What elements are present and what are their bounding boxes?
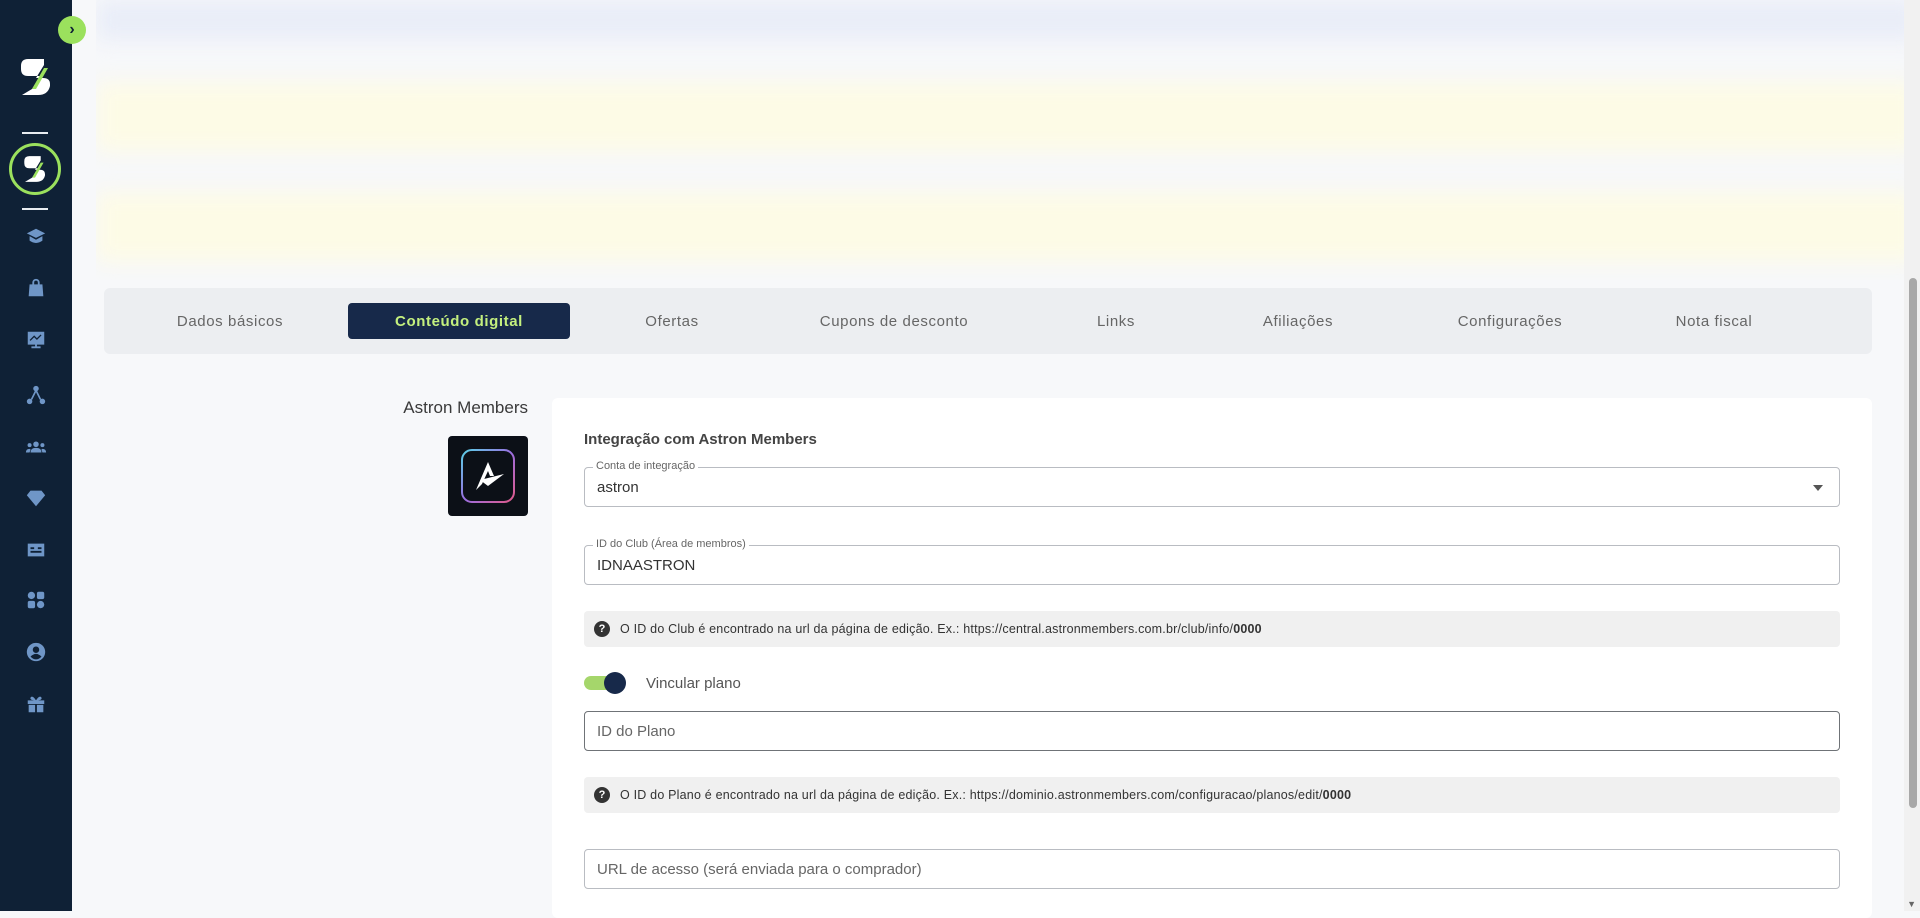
sidebar-divider — [22, 208, 48, 210]
club-id-field[interactable]: ID do Club (Área de membros) IDNAASTRON — [584, 538, 1840, 585]
shopping-bag-icon[interactable] — [24, 276, 48, 300]
gift-icon[interactable] — [24, 692, 48, 716]
blurred-background — [96, 0, 1920, 280]
sales-chart-icon[interactable] — [24, 328, 48, 352]
plan-id-help-example: 0000 — [1322, 788, 1352, 802]
club-id-help-text: O ID do Club é encontrado na url da pági… — [620, 622, 1234, 636]
tab-links[interactable]: Links — [1056, 303, 1176, 339]
school-icon[interactable] — [24, 225, 48, 249]
integration-account-select[interactable]: Conta de integração astron — [584, 460, 1840, 507]
astron-members-logo — [448, 436, 528, 516]
link-plan-label: Vincular plano — [646, 675, 741, 692]
integration-side-title: Astron Members — [403, 398, 528, 417]
toggle-knob — [604, 672, 626, 694]
network-icon[interactable] — [24, 383, 48, 407]
integration-account-label: Conta de integração — [593, 460, 699, 472]
page-scrollbar[interactable]: ▼ — [1904, 0, 1920, 911]
link-plan-toggle[interactable] — [584, 672, 626, 694]
access-url-placeholder: URL de acesso (será enviada para o compr… — [597, 861, 922, 878]
apps-icon[interactable] — [24, 588, 48, 612]
club-id-value: IDNAASTRON — [597, 557, 696, 574]
club-id-label: ID do Club (Área de membros) — [593, 538, 749, 550]
club-id-help-example: 0000 — [1233, 622, 1262, 636]
sidebar-toggle-button[interactable]: › — [58, 16, 86, 44]
tab-conteudo-digital[interactable]: Conteúdo digital — [348, 303, 570, 339]
avatar[interactable] — [9, 143, 61, 195]
tab-configuracoes[interactable]: Configurações — [1422, 303, 1598, 339]
tab-bar: Dados básicos Conteúdo digital Ofertas C… — [104, 288, 1872, 354]
plan-id-help: ? O ID do Plano é encontrado na url da p… — [584, 777, 1840, 813]
tab-dados-basicos[interactable]: Dados básicos — [156, 303, 304, 339]
sidebar-divider — [22, 132, 48, 134]
tab-afiliacoes[interactable]: Afiliações — [1228, 303, 1368, 339]
tab-ofertas[interactable]: Ofertas — [604, 303, 740, 339]
tab-nota-fiscal[interactable]: Nota fiscal — [1646, 303, 1782, 339]
integration-account-value: astron — [597, 479, 639, 496]
chevron-down-icon[interactable] — [1813, 485, 1823, 491]
users-icon[interactable] — [24, 435, 48, 459]
help-icon: ? — [594, 621, 610, 637]
card-icon[interactable] — [24, 538, 48, 562]
plan-id-placeholder: ID do Plano — [597, 723, 676, 740]
help-icon: ? — [594, 787, 610, 803]
avatar-logo-icon — [24, 156, 45, 182]
plan-id-help-text: O ID do Plano é encontrado na url da pág… — [620, 788, 1323, 802]
tab-cupons-de-desconto[interactable]: Cupons de desconto — [794, 303, 994, 339]
plan-id-field[interactable]: ID do Plano — [584, 711, 1840, 751]
club-id-help: ? O ID do Club é encontrado na url da pá… — [584, 611, 1840, 647]
scrollbar-thumb[interactable] — [1909, 278, 1917, 808]
account-icon[interactable] — [24, 640, 48, 664]
diamond-icon[interactable] — [24, 486, 48, 510]
astron-logo-icon — [461, 449, 515, 503]
access-url-field[interactable]: URL de acesso (será enviada para o compr… — [584, 849, 1840, 889]
brand-logo — [21, 59, 50, 95]
integration-card-title: Integração com Astron Members — [584, 431, 817, 448]
sidebar — [0, 0, 72, 911]
scroll-down-arrow-icon[interactable]: ▼ — [1907, 899, 1916, 909]
